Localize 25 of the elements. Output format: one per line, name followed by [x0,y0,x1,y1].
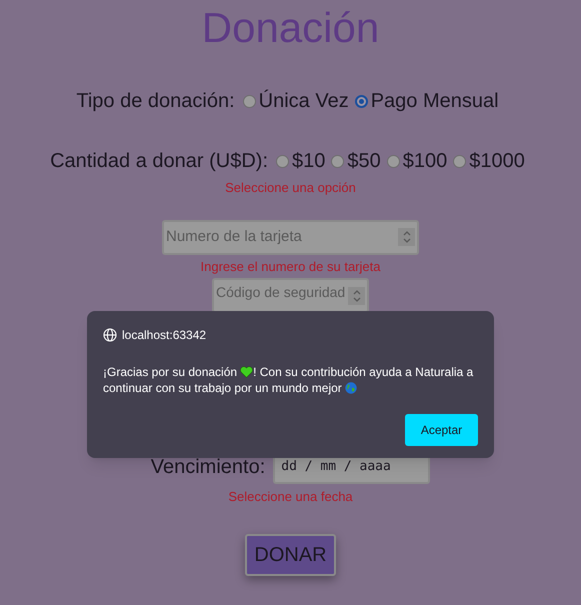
radio-option[interactable]: $1000 [453,146,525,176]
radio-option[interactable]: $50 [331,146,381,176]
donate-button[interactable]: DONAR [245,534,336,576]
dialog-message: continuar con su trabajo por un mundo mejor [103,380,342,396]
globe-icon [103,328,117,342]
radio-option[interactable]: Pago Mensual [354,86,499,116]
radio-option[interactable]: $10 [276,146,326,176]
radio-option[interactable]: $100 [386,146,448,176]
dialog-message: ! Con su contribución ayuda a Naturalia a [253,364,474,380]
field-label: Vencimiento: [150,454,266,480]
spinner-icon[interactable] [398,228,415,246]
dialog-origin: localhost:63342 [122,327,206,344]
heart-icon [240,366,254,378]
error-message: Ingrese el numero de su tarjeta [200,258,380,276]
error-message: Seleccione una opción [225,179,356,197]
spinner-icon[interactable] [348,286,365,304]
field-label: Cantidad a donar (U$D): [50,149,268,174]
radio-option[interactable]: Única Vez [242,86,349,116]
number-field[interactable]: Código de seguridad [212,278,369,313]
dialog-message: ¡Gracias por su donación [103,364,238,380]
error-message: Seleccione una fecha [228,488,353,506]
field-label: Tipo de donación: [76,89,235,114]
earth-icon [344,382,357,394]
number-field[interactable]: Numero de la tarjeta [162,220,419,254]
accept-button[interactable]: Aceptar [405,414,478,446]
